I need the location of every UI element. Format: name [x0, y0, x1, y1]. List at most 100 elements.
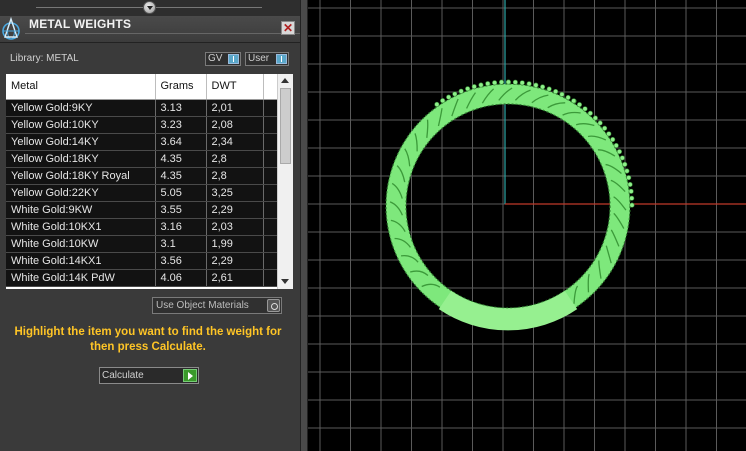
ring-bead — [512, 79, 518, 85]
panel-title: METAL WEIGHTS — [29, 17, 132, 31]
use-object-materials-toggle[interactable]: Use Object Materials — [152, 297, 282, 314]
viewport-3d[interactable] — [308, 0, 746, 451]
cell-grams[interactable]: 3.55 — [155, 201, 207, 219]
cell-dwt[interactable]: 2,61 — [206, 269, 264, 287]
ring-bead — [485, 81, 491, 87]
app-logo-icon — [2, 16, 20, 40]
column-header-grams[interactable]: Grams — [155, 74, 207, 100]
cell-metal[interactable]: White Gold:10KX1 — [6, 218, 156, 236]
cell-spacer — [263, 116, 278, 134]
cell-grams[interactable]: 3.13 — [155, 99, 207, 117]
panel-splitter[interactable] — [300, 0, 308, 451]
instructions-text: Highlight the item you want to find the … — [14, 326, 282, 353]
ring-bead — [616, 149, 622, 155]
metal-table: Metal Grams DWT Yellow Gold:9KY 3.13 2,01 Y… — [6, 74, 278, 287]
cell-metal[interactable]: Yellow Gold:18KY — [6, 150, 156, 168]
table-row[interactable]: Yellow Gold:18KY 4.35 2,8 — [6, 150, 278, 168]
ring-bead — [571, 98, 577, 104]
cell-dwt[interactable]: 2,8 — [206, 150, 264, 168]
cell-metal[interactable]: White Gold:9KW — [6, 201, 156, 219]
scroll-up-icon[interactable] — [281, 78, 289, 83]
ring-bead — [582, 106, 588, 112]
cell-metal[interactable]: White Gold:14KX1 — [6, 252, 156, 270]
table-row[interactable]: White Gold:10KW 3.1 1,99 — [6, 235, 278, 253]
table-row[interactable]: Yellow Gold:9KY 3.13 2,01 — [6, 99, 278, 117]
table-row[interactable]: Yellow Gold:14KY 3.64 2,34 — [6, 133, 278, 151]
cell-dwt[interactable]: 2,08 — [206, 116, 264, 134]
table-row[interactable]: White Gold:14K PdW 4.06 2,61 — [6, 269, 278, 287]
gv-toggle[interactable]: GV — [205, 52, 241, 66]
play-arrow-icon[interactable] — [183, 369, 197, 382]
column-header-dwt[interactable]: DWT — [206, 74, 264, 100]
cell-grams[interactable]: 4.35 — [155, 150, 207, 168]
ring-bead — [505, 79, 511, 85]
ring-bead — [628, 188, 634, 194]
cell-dwt[interactable]: 2,8 — [206, 167, 264, 185]
calculate-label: Calculate — [102, 370, 144, 381]
ring-bead — [592, 115, 598, 121]
ring-bead — [602, 125, 608, 131]
table-row[interactable]: Yellow Gold:10KY 3.23 2,08 — [6, 116, 278, 134]
cell-metal[interactable]: White Gold:14K PdW — [6, 269, 156, 287]
ring-bead — [553, 89, 559, 95]
cell-dwt[interactable]: 2,29 — [206, 252, 264, 270]
ring-bead — [452, 91, 458, 97]
ring-bead — [465, 86, 471, 92]
close-icon[interactable]: ✕ — [281, 21, 295, 35]
cell-dwt[interactable]: 2,29 — [206, 201, 264, 219]
cell-grams[interactable]: 3.64 — [155, 133, 207, 151]
cell-spacer — [263, 133, 278, 151]
cell-spacer — [263, 269, 278, 287]
metal-table-body: Yellow Gold:9KY 3.13 2,01 Yellow Gold:10KY 3… — [6, 99, 278, 287]
cell-metal[interactable]: Yellow Gold:22KY — [6, 184, 156, 202]
cell-metal[interactable]: Yellow Gold:14KY — [6, 133, 156, 151]
radio-icon[interactable] — [267, 299, 280, 312]
cell-grams[interactable]: 3.16 — [155, 218, 207, 236]
table-row[interactable]: White Gold:9KW 3.55 2,29 — [6, 201, 278, 219]
ring-bead — [622, 161, 628, 167]
table-row[interactable]: Yellow Gold:22KY 5.05 3,25 — [6, 184, 278, 202]
viewport-canvas[interactable] — [308, 0, 746, 451]
cell-metal[interactable]: Yellow Gold:10KY — [6, 116, 156, 134]
use-object-materials-label: Use Object Materials — [156, 300, 249, 311]
gv-toggle-label: GV — [208, 53, 223, 64]
ring-bead — [597, 120, 603, 126]
table-row[interactable]: Yellow Gold:18KY Royal 4.35 2,8 — [6, 167, 278, 185]
cell-spacer — [263, 235, 278, 253]
ring-bead — [626, 175, 632, 181]
cell-grams[interactable]: 4.06 — [155, 269, 207, 287]
cell-grams[interactable]: 5.05 — [155, 184, 207, 202]
library-label: Library: METAL — [10, 53, 79, 64]
cell-metal[interactable]: White Gold:10KW — [6, 235, 156, 253]
ring-bead — [540, 84, 546, 90]
cell-grams[interactable]: 4.35 — [155, 167, 207, 185]
toggle-indicator-icon — [228, 54, 239, 64]
collapse-knob-icon[interactable] — [143, 1, 156, 14]
calculate-button[interactable]: Calculate — [99, 367, 199, 384]
scroll-down-icon[interactable] — [281, 279, 289, 284]
ring-bead — [606, 131, 612, 137]
cell-metal[interactable]: Yellow Gold:18KY Royal — [6, 167, 156, 185]
viewport-grid — [308, 0, 746, 451]
ring-bead — [519, 80, 525, 86]
cell-metal[interactable]: Yellow Gold:9KY — [6, 99, 156, 117]
ring-bead — [446, 94, 452, 100]
column-header-metal[interactable]: Metal — [6, 74, 156, 100]
table-scrollbar[interactable] — [277, 74, 293, 289]
user-toggle[interactable]: User — [245, 52, 289, 66]
column-header-spacer — [263, 74, 278, 100]
cell-dwt[interactable]: 2,01 — [206, 99, 264, 117]
table-row[interactable]: White Gold:14KX1 3.56 2,29 — [6, 252, 278, 270]
table-row[interactable]: White Gold:10KX1 3.16 2,03 — [6, 218, 278, 236]
cell-grams[interactable]: 3.1 — [155, 235, 207, 253]
table-header-row: Metal Grams DWT — [6, 74, 278, 100]
panel-titlebar: METAL WEIGHTS ✕ — [0, 16, 300, 43]
cell-dwt[interactable]: 1,99 — [206, 235, 264, 253]
cell-grams[interactable]: 3.56 — [155, 252, 207, 270]
cell-spacer — [263, 218, 278, 236]
scroll-thumb[interactable] — [280, 88, 291, 164]
cell-dwt[interactable]: 2,34 — [206, 133, 264, 151]
cell-grams[interactable]: 3.23 — [155, 116, 207, 134]
cell-dwt[interactable]: 2,03 — [206, 218, 264, 236]
cell-dwt[interactable]: 3,25 — [206, 184, 264, 202]
